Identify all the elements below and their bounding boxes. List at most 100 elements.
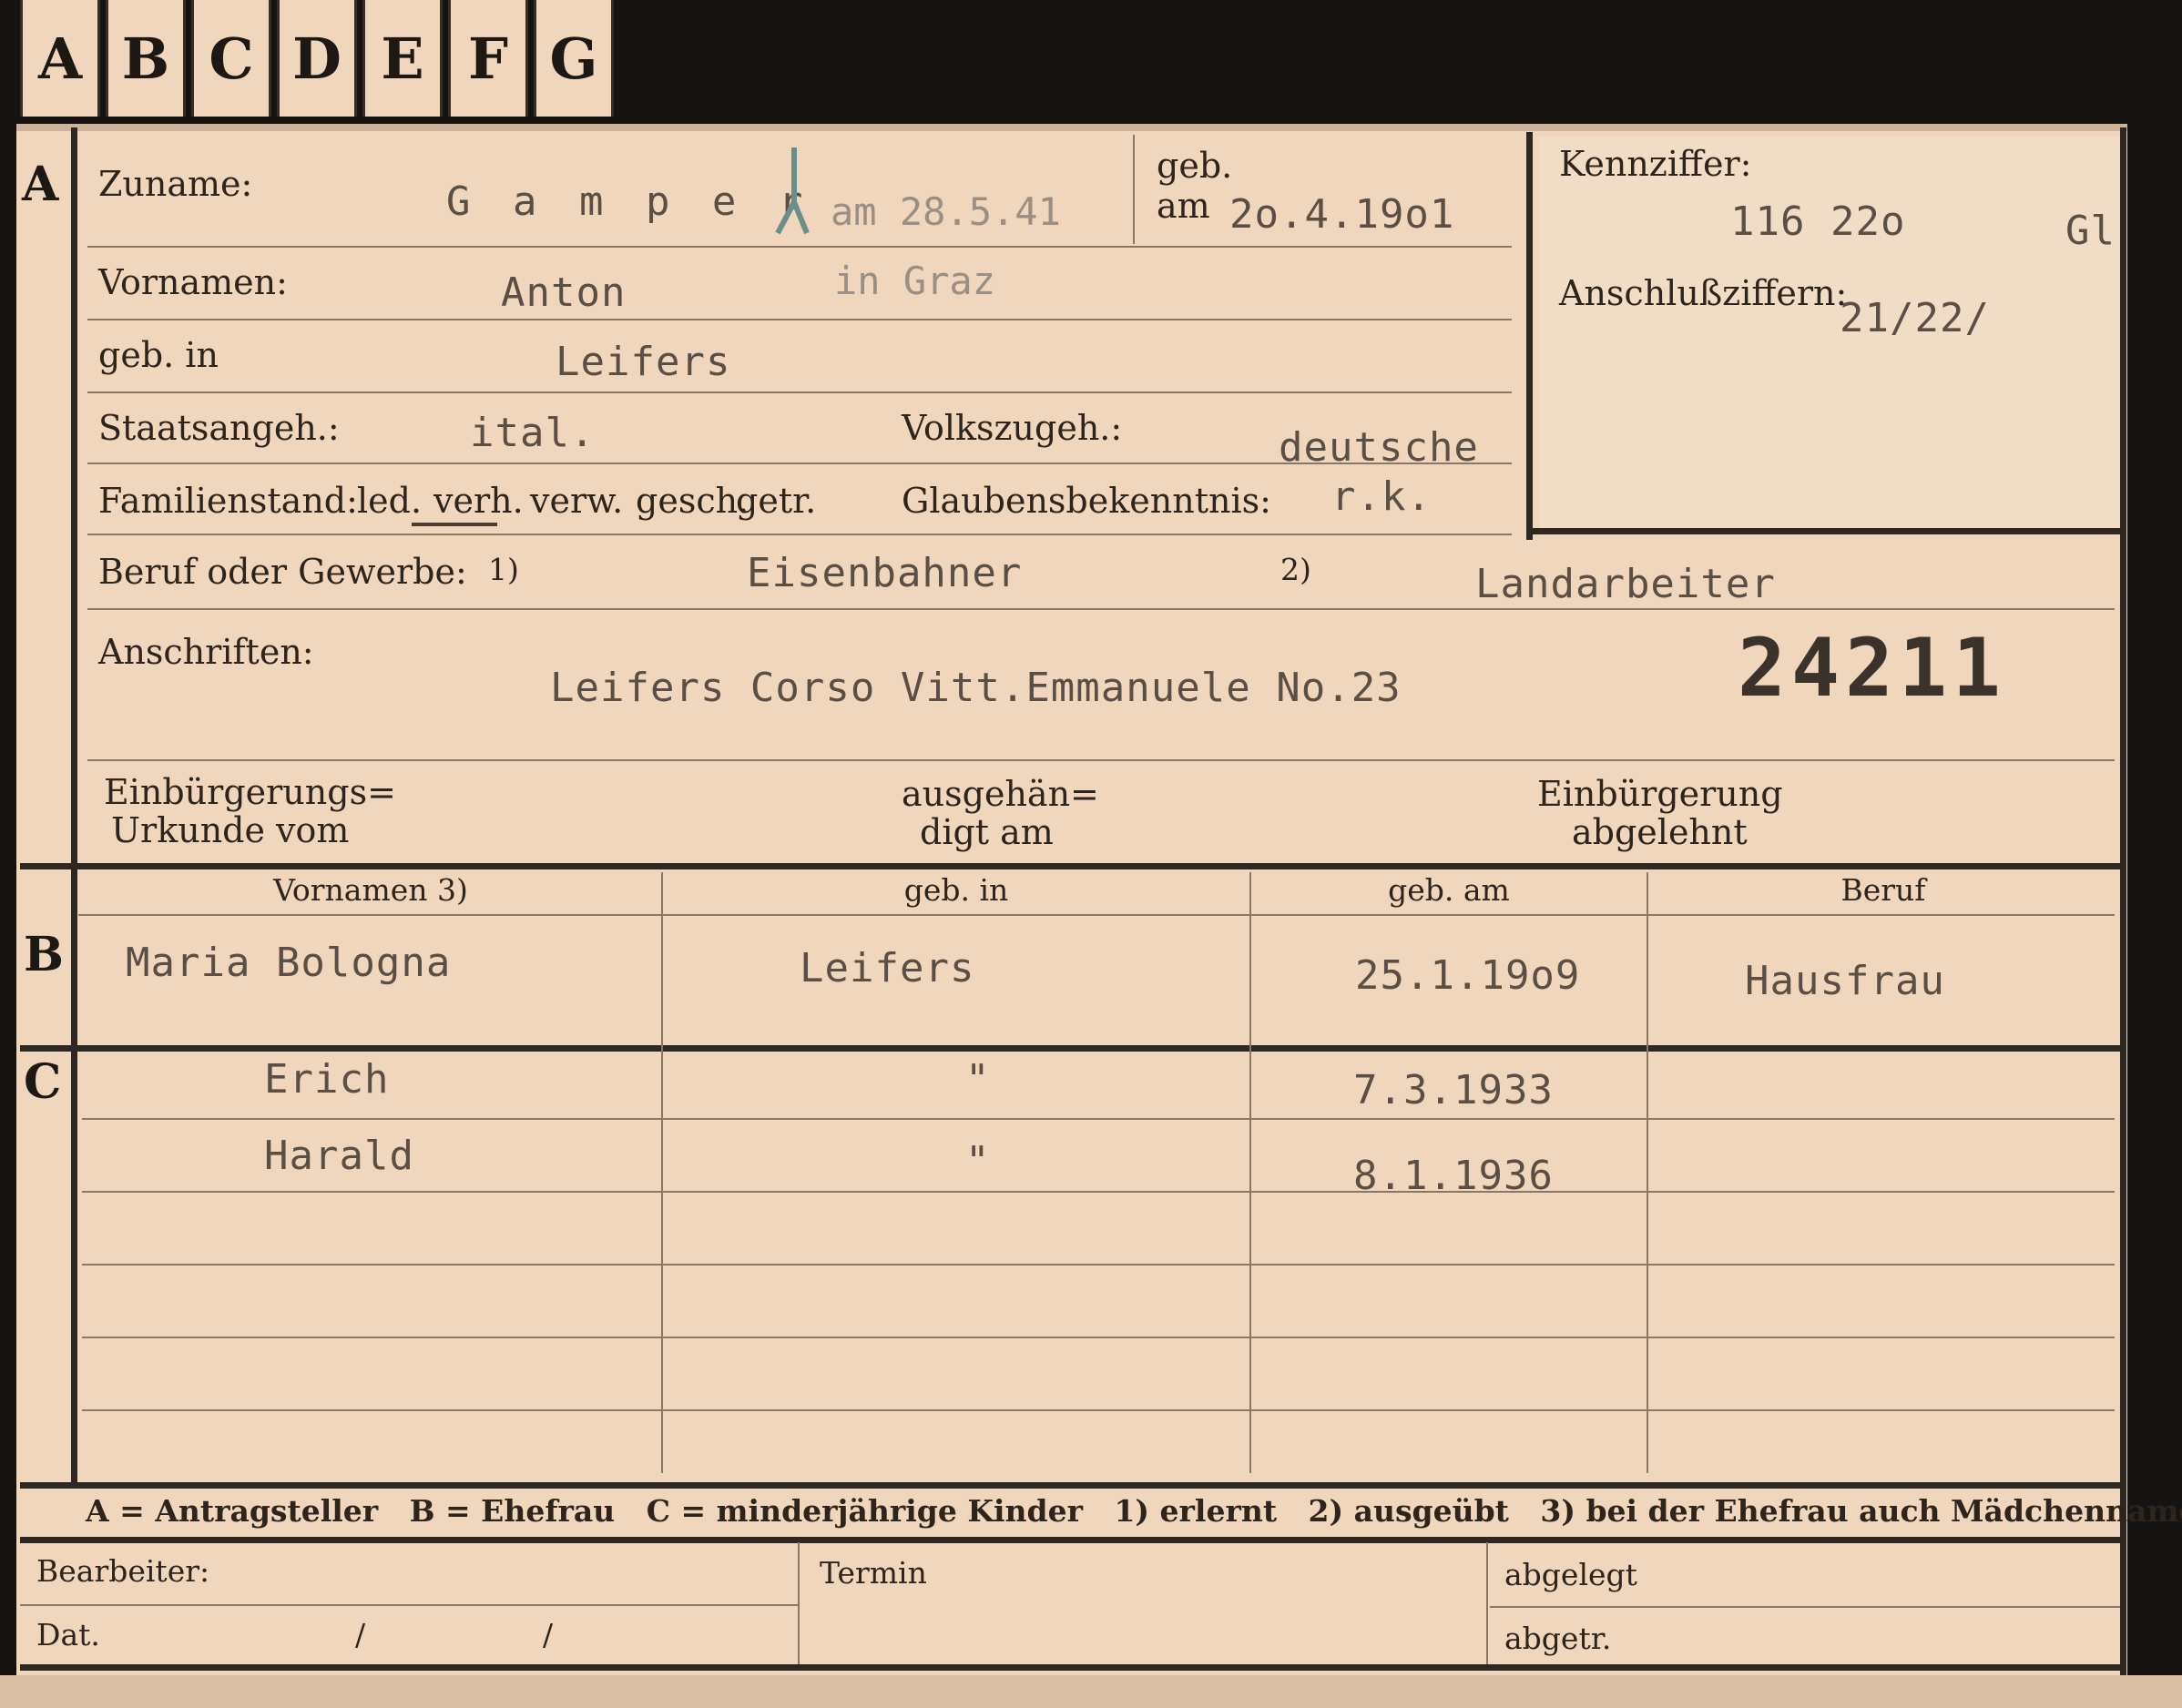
child-row-line-2 [82, 1191, 2115, 1193]
tab-c: C [191, 0, 271, 117]
geb-in-label: geb. in [98, 335, 219, 375]
child-1-name: Erich [264, 1056, 390, 1103]
row-line-familie [87, 534, 1512, 535]
child-row-line-1 [82, 1118, 2115, 1120]
col-divider-3 [1647, 872, 1648, 1473]
table-bottom-rule [20, 1482, 2120, 1489]
staatsangeh-value: ital. [470, 410, 596, 456]
death-note: am 28.5.41 [831, 189, 1061, 234]
kennziffer-label: Kennziffer: [1559, 144, 1752, 184]
child-2-name: Harald [264, 1133, 414, 1179]
section-c-marker: C [24, 1054, 62, 1110]
child-row-line-3 [82, 1264, 2115, 1266]
ausgehaendigt-label-2: digt am [920, 812, 1054, 852]
abgelegt-label: abgelegt [1504, 1557, 1637, 1592]
col-divider-2 [1249, 872, 1251, 1473]
anschriften-value: Leifers Corso Vitt.Emmanuele No.23 [550, 665, 1402, 711]
spouse-beruf: Hausfrau [1745, 958, 1945, 1004]
beruf2-value: Landarbeiter [1475, 561, 1776, 607]
row-line-vornamen [87, 319, 1512, 320]
row-line-gebin [87, 391, 1512, 393]
vornamen-note: in Graz [834, 259, 996, 303]
familienstand-led: led. [357, 481, 423, 521]
card-bottom-rule [20, 1664, 2120, 1671]
geb-divider [1133, 135, 1135, 244]
card-top-edge [16, 124, 2127, 131]
einb-urkunde-label-2: Urkunde vom [111, 810, 350, 850]
section-a-marker: A [22, 157, 59, 212]
row-line-zuname [87, 246, 1512, 248]
familienstand-verh: verh. [433, 481, 524, 521]
beruf-label: Beruf oder Gewerbe: [98, 552, 467, 592]
col-divider-1 [661, 872, 663, 1473]
child-2-geb-am: 8.1.1936 [1353, 1153, 1554, 1199]
dat-slash-1: / [355, 1617, 366, 1652]
footer-divider-1 [798, 1542, 800, 1664]
volkszugeh-value: deutsche [1279, 424, 1479, 471]
volkszugeh-label: Volkszugeh.: [902, 408, 1123, 448]
staatsangeh-label: Staatsangeh.: [98, 408, 340, 448]
einb-abgelehnt-label-1: Einbürgerung [1537, 774, 1783, 814]
legend: A = Antragsteller B = Ehefrau C = minder… [86, 1493, 2182, 1529]
card-bottom-edge [0, 1675, 2182, 1708]
spouse-header-line [78, 914, 2115, 916]
kennziffer-box-fill [1539, 137, 2120, 528]
row-line-anschriften [87, 759, 2115, 761]
termin-label: Termin [820, 1555, 927, 1591]
vornamen-value: Anton [501, 269, 627, 316]
kennziffer-suffix: Gl [2065, 208, 2116, 254]
dat-slash-2: / [543, 1617, 554, 1652]
tab-f: F [448, 0, 528, 117]
familienstand-verh-underline [412, 523, 497, 526]
right-margin-rule [2120, 127, 2126, 1675]
familienstand-label: Familienstand: [98, 481, 358, 521]
einb-abgelehnt-label-2: abgelehnt [1572, 812, 1748, 852]
left-margin-rule [71, 127, 77, 1484]
kennziffer-value: 116 22o [1730, 198, 1906, 245]
geb-date: 2o.4.19o1 [1229, 191, 1455, 238]
section-b-bottom-rule [20, 1045, 2120, 1052]
legend-bottom-rule [20, 1537, 2120, 1543]
tab-b: B [106, 0, 186, 117]
child-1-geb-am: 7.3.1933 [1353, 1067, 1554, 1113]
section-b-marker: B [24, 927, 64, 982]
familienstand-gesch: gesch. [636, 481, 749, 521]
ausgehaendigt-label-1: ausgehän= [902, 774, 1099, 814]
child-2-geb-in: " [965, 1138, 991, 1184]
footer-line-right [1490, 1606, 2120, 1608]
geb-label: geb. [1157, 146, 1233, 186]
kennziffer-box-left [1526, 132, 1533, 540]
geb-in-value: Leifers [556, 339, 731, 385]
anschriften-label: Anschriften: [98, 632, 314, 672]
child-1-geb-in: " [965, 1056, 991, 1103]
spouse-geb-in: Leifers [800, 945, 975, 991]
einb-urkunde-label-1: Einbürgerungs= [104, 772, 396, 812]
am-label: am [1157, 186, 1210, 226]
child-row-line-5 [82, 1409, 2115, 1411]
kennziffer-box-bottom [1526, 528, 2120, 534]
beruf-mark-1: 1) [488, 552, 519, 587]
row-line-beruf [87, 608, 2115, 610]
bearbeiter-label: Bearbeiter: [36, 1553, 210, 1589]
header-vornamen: Vornamen 3) [273, 872, 468, 908]
vornamen-label: Vornamen: [98, 262, 288, 302]
zuname-value: G a m p e r [446, 178, 812, 225]
anschlussziffern-label: Anschlußziffern: [1559, 273, 1848, 313]
beruf-mark-2: 2) [1280, 552, 1311, 587]
anschlussziffern-value: 21/22/ [1840, 295, 1990, 341]
death-cross-mark [774, 146, 811, 237]
header-geb-am: geb. am [1388, 872, 1510, 908]
abgetr-label: abgetr. [1504, 1621, 1612, 1656]
glaubens-value: r.k. [1331, 473, 1432, 520]
zuname-label: Zuname: [98, 164, 253, 204]
footer-line-left [20, 1604, 798, 1606]
child-row-line-4 [82, 1337, 2115, 1338]
header-beruf: Beruf [1840, 872, 1926, 908]
spouse-name: Maria Bologna [126, 940, 452, 986]
footer-divider-2 [1486, 1542, 1488, 1664]
beruf1-value: Eisenbahner [747, 550, 1023, 596]
familienstand-getr: getr. [736, 481, 817, 521]
spouse-geb-am: 25.1.19o9 [1355, 952, 1581, 999]
dat-label: Dat. [36, 1617, 100, 1652]
tab-d: D [277, 0, 357, 117]
